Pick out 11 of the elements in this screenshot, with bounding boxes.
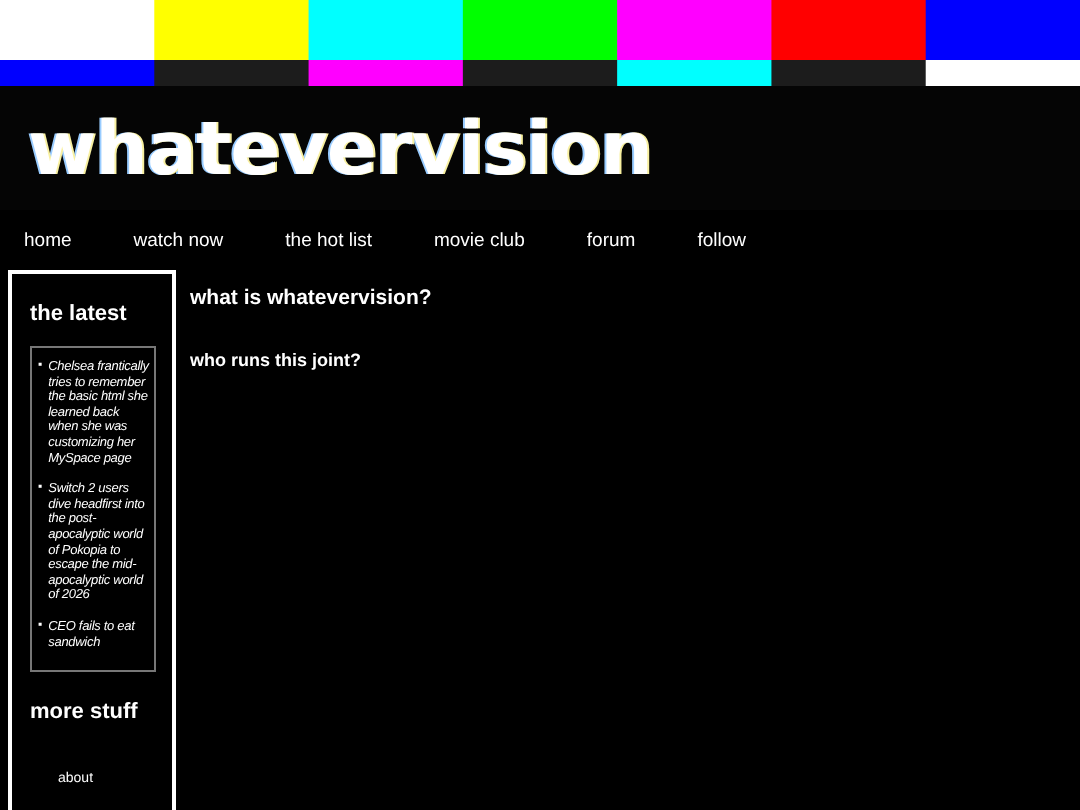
section-heading: what is whatevervision? — [190, 286, 432, 310]
section-heading: who runs this joint? — [190, 350, 363, 370]
sidebar-heading: more stuff — [30, 700, 140, 725]
nav-link[interactable]: the hot list — [285, 229, 372, 251]
nav-link[interactable]: forum — [586, 229, 636, 251]
nav-link[interactable]: follow — [697, 229, 746, 251]
nav-link[interactable]: watch now — [133, 229, 224, 251]
nav-link[interactable]: home — [24, 229, 72, 251]
sidebar-heading: the latest — [30, 302, 129, 326]
site-logo: whatevervision — [28, 105, 652, 191]
nav-link[interactable]: movie club — [433, 229, 525, 251]
